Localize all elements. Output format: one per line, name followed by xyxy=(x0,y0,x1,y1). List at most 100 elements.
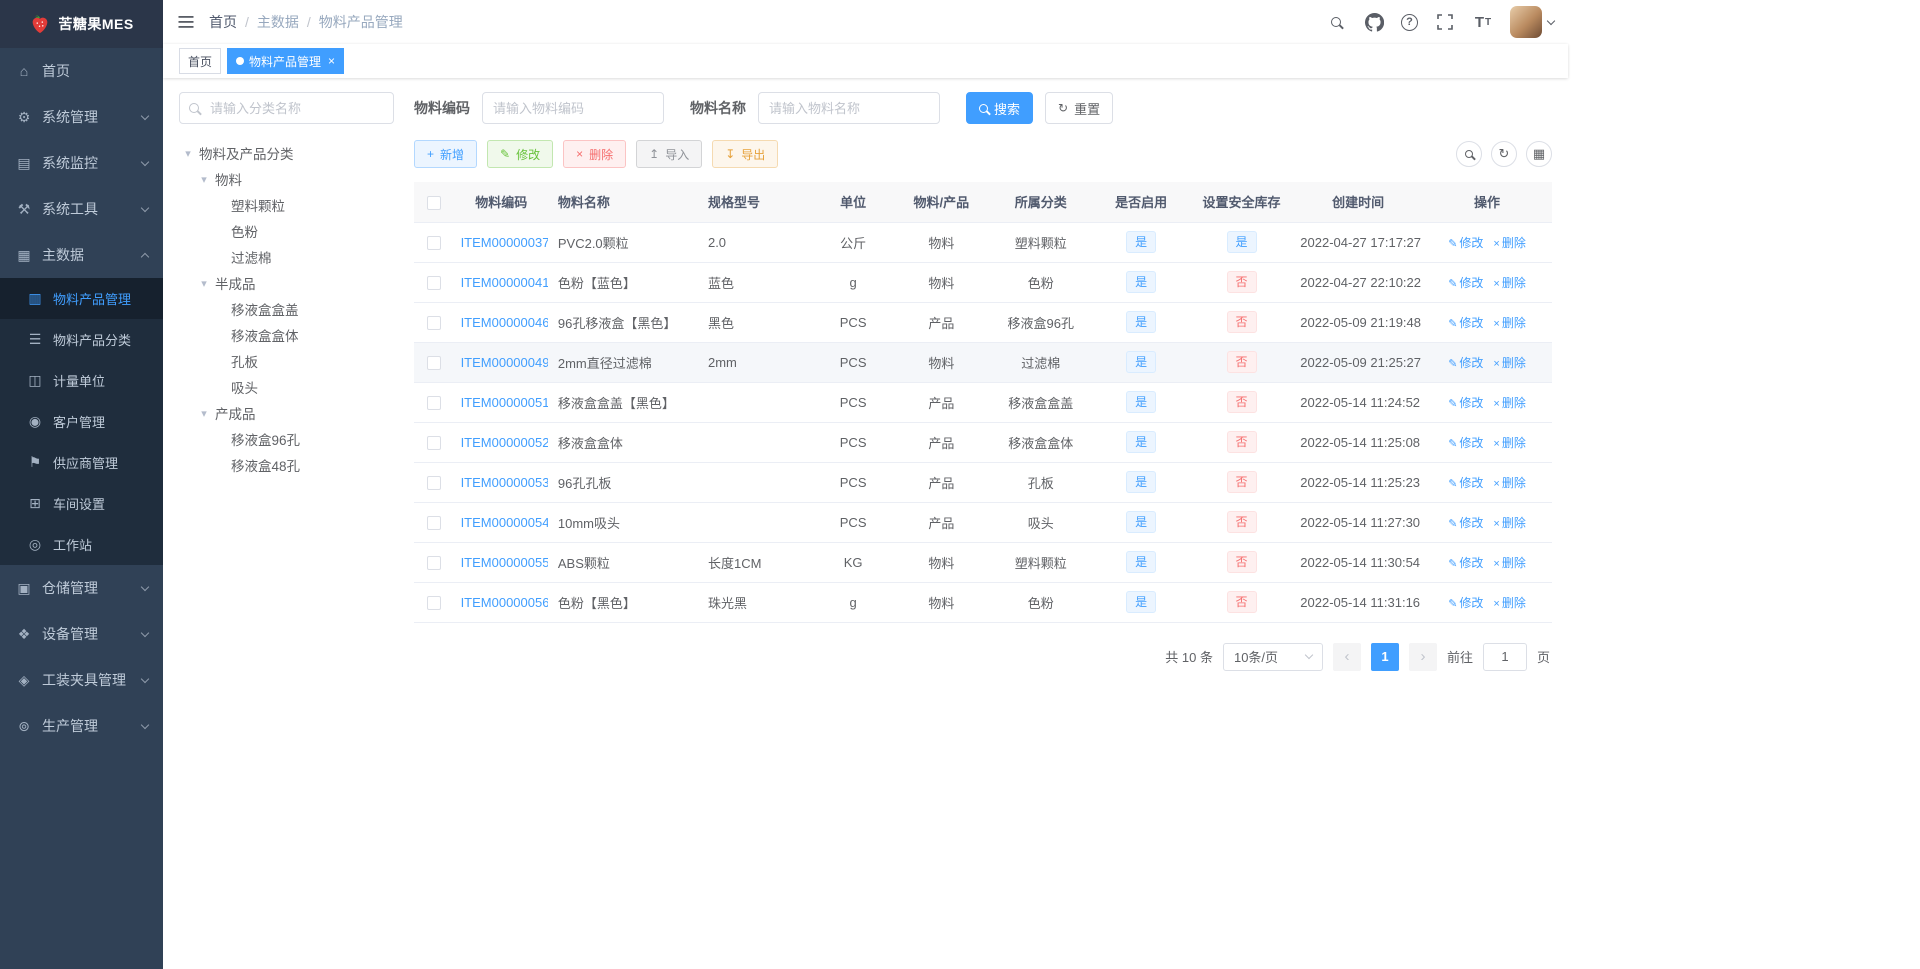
row-edit-link[interactable]: ✎ 修改 xyxy=(1448,516,1483,530)
material-name-input[interactable] xyxy=(758,92,940,124)
item-code-link[interactable]: ITEM00000037 xyxy=(461,235,548,250)
tree-node-leaf[interactable]: 孔板 xyxy=(179,348,394,374)
row-edit-link[interactable]: ✎ 修改 xyxy=(1448,316,1483,330)
fullscreen-icon[interactable] xyxy=(1434,11,1456,33)
prev-page-button[interactable]: ‹ xyxy=(1332,642,1361,671)
sidebar-item-workshop-settings[interactable]: ⊞ 车间设置 xyxy=(0,483,163,524)
add-button[interactable]: + 新增 xyxy=(414,140,478,168)
item-code-link[interactable]: ITEM00000053 xyxy=(461,475,548,490)
row-delete-link[interactable]: × 删除 xyxy=(1493,556,1525,570)
row-checkbox[interactable] xyxy=(427,355,442,370)
sidebar-item-customer-mgmt[interactable]: ◉ 客户管理 xyxy=(0,401,163,442)
sidebar-item-material-product-mgmt[interactable]: ▥ 物料产品管理 xyxy=(0,278,163,319)
row-edit-link[interactable]: ✎ 修改 xyxy=(1448,356,1483,370)
tab-home[interactable]: 首页 xyxy=(179,48,222,74)
github-icon[interactable] xyxy=(1363,11,1385,33)
tree-node-material[interactable]: ▾ 物料 xyxy=(179,166,394,192)
next-page-button[interactable]: › xyxy=(1408,642,1437,671)
tree-node-leaf[interactable]: 移液盒48孔 xyxy=(179,452,394,478)
material-code-input[interactable] xyxy=(482,92,664,124)
sidebar-toggle-icon[interactable] xyxy=(177,13,195,31)
sidebar-group-tooling-fixture-mgmt[interactable]: ◈ 工装夹具管理 xyxy=(0,657,163,703)
sidebar-group-system-mgmt[interactable]: ⚙ 系统管理 xyxy=(0,94,163,140)
search-button[interactable]: 搜索 xyxy=(966,92,1034,124)
table-row[interactable]: ITEM00000052 移液盒盒体 PCS 产品 移液盒盒体 是 否 2022… xyxy=(414,422,1552,463)
user-avatar[interactable] xyxy=(1510,6,1556,38)
help-icon[interactable]: ? xyxy=(1401,13,1418,31)
import-button[interactable]: ↥ 导入 xyxy=(636,140,703,168)
row-edit-link[interactable]: ✎ 修改 xyxy=(1448,596,1483,610)
table-row[interactable]: ITEM00000041 色粉【蓝色】 蓝色 g 物料 色粉 是 否 2022-… xyxy=(414,262,1552,303)
column-settings-button[interactable]: ▦ xyxy=(1526,141,1552,167)
tree-node-root[interactable]: ▾ 物料及产品分类 xyxy=(179,140,394,166)
item-code-link[interactable]: ITEM00000054 xyxy=(461,515,548,530)
tree-node-leaf[interactable]: 吸头 xyxy=(179,374,394,400)
tree-node-leaf[interactable]: 移液盒盒体 xyxy=(179,322,394,348)
breadcrumb-master-data[interactable]: 主数据 xyxy=(257,12,299,32)
table-row[interactable]: ITEM00000051 移液盒盒盖【黑色】 PCS 产品 移液盒盒盖 是 否 … xyxy=(414,382,1552,423)
sidebar-group-system-tools[interactable]: ⚒ 系统工具 xyxy=(0,186,163,232)
item-code-link[interactable]: ITEM00000041 xyxy=(461,275,548,290)
sidebar-item-home[interactable]: ⌂ 首页 xyxy=(0,48,163,94)
sidebar-group-system-monitor[interactable]: ▤ 系统监控 xyxy=(0,140,163,186)
row-checkbox[interactable] xyxy=(427,395,442,410)
row-checkbox[interactable] xyxy=(427,235,442,250)
item-code-link[interactable]: ITEM00000046 xyxy=(461,315,548,330)
sidebar-group-production-mgmt[interactable]: ⊚ 生产管理 xyxy=(0,703,163,749)
row-checkbox[interactable] xyxy=(427,475,442,490)
row-delete-link[interactable]: × 删除 xyxy=(1493,476,1525,490)
row-delete-link[interactable]: × 删除 xyxy=(1493,516,1525,530)
sidebar-item-workstation[interactable]: ◎ 工作站 xyxy=(0,524,163,565)
tab-material-product-mgmt[interactable]: 物料产品管理 × xyxy=(227,48,345,74)
table-row[interactable]: ITEM00000055 ABS颗粒 长度1CM KG 物料 塑料颗粒 是 否 … xyxy=(414,542,1552,583)
row-checkbox[interactable] xyxy=(427,595,442,610)
table-row[interactable]: ITEM00000037 PVC2.0颗粒 2.0 公斤 物料 塑料颗粒 是 是… xyxy=(414,222,1552,263)
row-delete-link[interactable]: × 删除 xyxy=(1493,596,1525,610)
tree-node-leaf[interactable]: 移液盒盒盖 xyxy=(179,296,394,322)
sidebar-item-supplier-mgmt[interactable]: ⚑ 供应商管理 xyxy=(0,442,163,483)
tree-node-leaf[interactable]: 塑料颗粒 xyxy=(179,192,394,218)
category-search-input[interactable] xyxy=(179,92,394,124)
row-checkbox[interactable] xyxy=(427,555,442,570)
delete-button[interactable]: × 删除 xyxy=(563,140,627,168)
search-icon[interactable] xyxy=(1325,11,1347,33)
export-button[interactable]: ↧ 导出 xyxy=(712,140,779,168)
table-row[interactable]: ITEM00000054 10mm吸头 PCS 产品 吸头 是 否 2022-0… xyxy=(414,502,1552,543)
row-checkbox[interactable] xyxy=(427,435,442,450)
sidebar-group-master-data[interactable]: ▦ 主数据 xyxy=(0,232,163,278)
tree-node-finished[interactable]: ▾ 产成品 xyxy=(179,400,394,426)
sidebar-group-equipment-mgmt[interactable]: ❖ 设备管理 xyxy=(0,611,163,657)
reset-button[interactable]: ↻ 重置 xyxy=(1045,92,1114,124)
row-delete-link[interactable]: × 删除 xyxy=(1493,356,1525,370)
toggle-search-button[interactable] xyxy=(1456,141,1482,167)
table-row[interactable]: ITEM00000053 96孔孔板 PCS 产品 孔板 是 否 2022-05… xyxy=(414,462,1552,503)
item-code-link[interactable]: ITEM00000052 xyxy=(461,435,548,450)
row-edit-link[interactable]: ✎ 修改 xyxy=(1448,556,1483,570)
table-row[interactable]: ITEM00000046 96孔移液盒【黑色】 黑色 PCS 产品 移液盒96孔… xyxy=(414,302,1552,343)
table-row[interactable]: ITEM00000056 色粉【黑色】 珠光黑 g 物料 色粉 是 否 2022… xyxy=(414,582,1552,623)
row-edit-link[interactable]: ✎ 修改 xyxy=(1448,476,1483,490)
refresh-table-button[interactable]: ↻ xyxy=(1491,141,1517,167)
page-size-select[interactable]: 10条/页 xyxy=(1222,642,1323,671)
row-delete-link[interactable]: × 删除 xyxy=(1493,236,1525,250)
item-code-link[interactable]: ITEM00000056 xyxy=(461,595,548,610)
tree-node-leaf[interactable]: 过滤棉 xyxy=(179,244,394,270)
row-checkbox[interactable] xyxy=(427,275,442,290)
row-edit-link[interactable]: ✎ 修改 xyxy=(1448,396,1483,410)
goto-page-input[interactable] xyxy=(1482,642,1527,671)
item-code-link[interactable]: ITEM00000055 xyxy=(461,555,548,570)
edit-button[interactable]: ✎ 修改 xyxy=(487,140,554,168)
select-all-checkbox[interactable] xyxy=(427,195,442,210)
row-delete-link[interactable]: × 删除 xyxy=(1493,436,1525,450)
row-checkbox[interactable] xyxy=(427,315,442,330)
sidebar-group-warehouse-mgmt[interactable]: ▣ 仓储管理 xyxy=(0,565,163,611)
sidebar-item-material-product-category[interactable]: ☰ 物料产品分类 xyxy=(0,319,163,360)
page-number-button[interactable]: 1 xyxy=(1370,642,1399,671)
row-delete-link[interactable]: × 删除 xyxy=(1493,316,1525,330)
row-edit-link[interactable]: ✎ 修改 xyxy=(1448,276,1483,290)
item-code-link[interactable]: ITEM00000049 xyxy=(461,355,548,370)
app-logo[interactable]: 苦糖果MES xyxy=(0,0,163,48)
item-code-link[interactable]: ITEM00000051 xyxy=(461,395,548,410)
row-delete-link[interactable]: × 删除 xyxy=(1493,276,1525,290)
row-edit-link[interactable]: ✎ 修改 xyxy=(1448,436,1483,450)
